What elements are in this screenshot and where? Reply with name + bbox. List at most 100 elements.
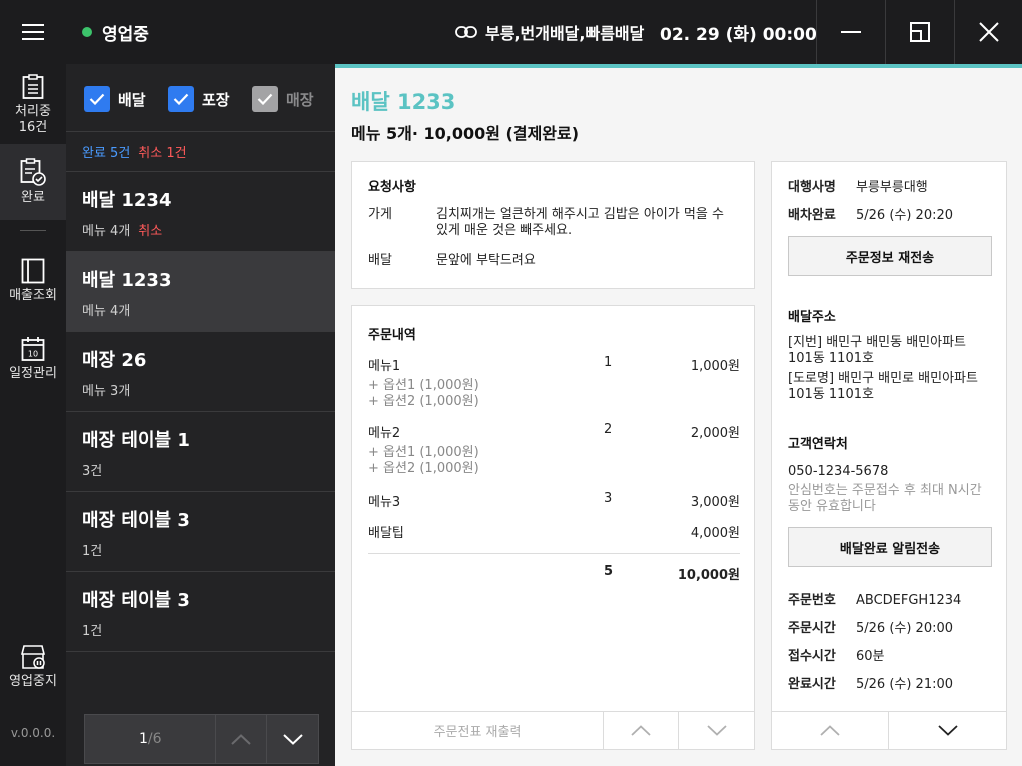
table-row: 메뉴2 2 2,000원 + 옵션1 (1,000원) + 옵션2 (1,000… — [368, 422, 740, 477]
item-qty: 2 — [604, 422, 613, 437]
detail-title: 배달 1233 — [351, 90, 456, 114]
nav-completed-label: 완료 — [21, 190, 45, 205]
cancel-badge: 취소 — [138, 224, 163, 239]
nav-completed[interactable]: 완료 — [0, 144, 66, 220]
filter-delivery-label: 배달 — [118, 90, 146, 109]
order-counts: 완료 5건 취소 1건 — [66, 132, 335, 172]
order-menu-count: 메뉴 4개 — [82, 224, 131, 239]
order-list-item[interactable]: 매장 26 메뉴 3개 — [66, 332, 335, 412]
list-icon — [22, 74, 44, 99]
order-list-item[interactable]: 배달 1234 메뉴 4개 취소 — [66, 172, 335, 252]
store-icon — [20, 645, 46, 669]
agency-key: 대행사명 — [788, 180, 836, 195]
phone-note: 안심번호는 주문접수 후 최대 N시간 동안 유효합니다 — [788, 483, 982, 514]
resend-order-info-button[interactable]: 주문정보 재전송 — [788, 236, 992, 276]
order-list-panel: 배달 포장 매장 완료 5건 취소 1건 배달 1234 메뉴 4개 취소 배달 … — [66, 64, 335, 766]
list-pager: 1/6 — [84, 714, 319, 764]
order-time-key: 주문시간 — [788, 621, 836, 636]
request-delivery-key: 배달 — [368, 253, 392, 268]
order-menu-count: 메뉴 3개 — [82, 384, 131, 399]
order-title: 매장 테이블 3 — [82, 590, 190, 611]
cancelled-count: 취소 1건 — [138, 146, 187, 161]
nav-processing-count: 16건 — [18, 120, 48, 135]
contact-title: 고객연락처 — [788, 437, 848, 452]
delivery-info-card: 대행사명 부릉부릉대행 배차완료 5/26 (수) 20:20 주문정보 재전송… — [771, 161, 1007, 750]
maximize-button[interactable] — [885, 0, 954, 64]
order-list-item[interactable]: 매장 테이블 3 1건 — [66, 492, 335, 572]
accent-bar — [335, 64, 1022, 68]
calendar-icon: 10 — [21, 337, 45, 361]
detail-summary: 메뉴 5개· 10,000원 (결제완료) — [351, 124, 580, 143]
close-button[interactable] — [954, 0, 1022, 64]
page-up-button[interactable] — [216, 715, 268, 763]
order-list-item[interactable]: 매장 테이블 1 3건 — [66, 412, 335, 492]
order-title: 매장 26 — [82, 350, 147, 371]
customer-phone: 050-1234-5678 — [788, 464, 889, 479]
order-menu-count: 1건 — [82, 544, 103, 559]
filter-takeout-label: 포장 — [202, 90, 230, 109]
agency-value: 부릉부릉대행 — [856, 180, 928, 195]
calendar-day: 10 — [28, 350, 38, 359]
order-items-card: 주문내역 메뉴1 1 1,000원 + 옵션1 (1,000원) + 옵션2 (… — [351, 305, 755, 750]
top-bar: 영업중 부릉,번개배달,빠름배달 02. 29 (화) 00:00 — [0, 0, 1022, 64]
address-road: [도로명] 배민구 배민로 배민아파트 101동 1101호 — [788, 371, 978, 402]
item-price: 1,000원 — [690, 359, 740, 374]
store-status[interactable]: 영업중 — [82, 0, 149, 64]
maximize-icon — [910, 22, 930, 42]
item-option: + 옵션1 (1,000원) — [368, 445, 479, 460]
request-store-value: 김치찌개는 얼큰하게 해주시고 김밥은 아이가 먹을 수 있게 매운 것은 빼주… — [436, 207, 724, 238]
close-icon — [978, 22, 999, 42]
minimize-button[interactable] — [816, 0, 885, 64]
page-down-button[interactable] — [267, 715, 318, 763]
info-scroll-up-button[interactable] — [772, 712, 889, 749]
nav-store-pause-label: 영업중지 — [9, 674, 57, 689]
dispatch-key: 배차완료 — [788, 208, 836, 223]
checkbox-disabled-icon[interactable] — [252, 86, 278, 112]
filter-delivery[interactable]: 배달 — [84, 86, 146, 112]
item-name: 메뉴1 — [368, 359, 401, 374]
version-label: v.0.0.0. — [10, 726, 56, 740]
delivery-agency[interactable]: 부릉,번개배달,빠름배달 — [455, 0, 645, 64]
status-dot-icon — [82, 27, 92, 37]
completed-count: 완료 5건 — [82, 146, 131, 161]
agency-label: 부릉,번개배달,빠름배달 — [485, 24, 645, 43]
order-list-item[interactable]: 매장 테이블 3 1건 — [66, 572, 335, 652]
reprint-receipt-button[interactable]: 주문전표 재출력 — [352, 712, 604, 749]
chevron-down-icon — [706, 725, 727, 736]
sales-icon — [21, 258, 45, 284]
table-row: 메뉴3 3 3,000원 — [368, 491, 740, 510]
filter-store[interactable]: 매장 — [252, 86, 314, 112]
order-menu-count: 3건 — [82, 464, 103, 479]
address-jibun: [지번] 배민구 배민동 배민아파트 101동 1101호 — [788, 335, 967, 366]
current-page: 1 — [138, 731, 148, 747]
filter-takeout[interactable]: 포장 — [168, 86, 230, 112]
tip-price: 4,000원 — [690, 526, 740, 541]
order-list-item-selected[interactable]: 배달 1233 메뉴 4개 — [66, 252, 335, 332]
menu-button[interactable] — [0, 0, 66, 64]
order-title: 매장 테이블 3 — [82, 510, 190, 531]
checkbox-checked-icon[interactable] — [84, 86, 110, 112]
nav-schedule-label: 일정관리 — [9, 366, 57, 381]
item-name: 메뉴2 — [368, 426, 401, 441]
nav-sales[interactable]: 매출조회 — [0, 258, 66, 304]
address-title: 배달주소 — [788, 310, 836, 325]
nav-store-pause[interactable]: 영업중지 — [0, 644, 66, 690]
info-scroll-down-button[interactable] — [889, 712, 1006, 749]
item-qty: 1 — [604, 355, 613, 370]
delivery-complete-notify-button[interactable]: 배달완료 알림전송 — [788, 527, 992, 567]
completed-list-icon — [20, 158, 46, 186]
nav-processing[interactable]: 처리중 16건 — [0, 74, 66, 136]
order-no-value: ABCDEFGH1234 — [856, 593, 962, 608]
scroll-up-button[interactable] — [604, 712, 679, 749]
chevron-up-icon — [231, 733, 252, 745]
order-type-filters: 배달 포장 매장 — [66, 64, 335, 132]
total-price: 10,000원 — [677, 568, 740, 583]
nav-schedule[interactable]: 10 일정관리 — [0, 336, 66, 382]
checkbox-checked-icon[interactable] — [168, 86, 194, 112]
request-title: 요청사항 — [368, 180, 416, 195]
chevron-up-icon — [631, 725, 651, 736]
request-delivery-value: 문앞에 부탁드려요 — [436, 253, 536, 268]
scroll-down-button[interactable] — [679, 712, 754, 749]
nav-divider — [20, 230, 46, 231]
info-footer — [772, 711, 1006, 749]
